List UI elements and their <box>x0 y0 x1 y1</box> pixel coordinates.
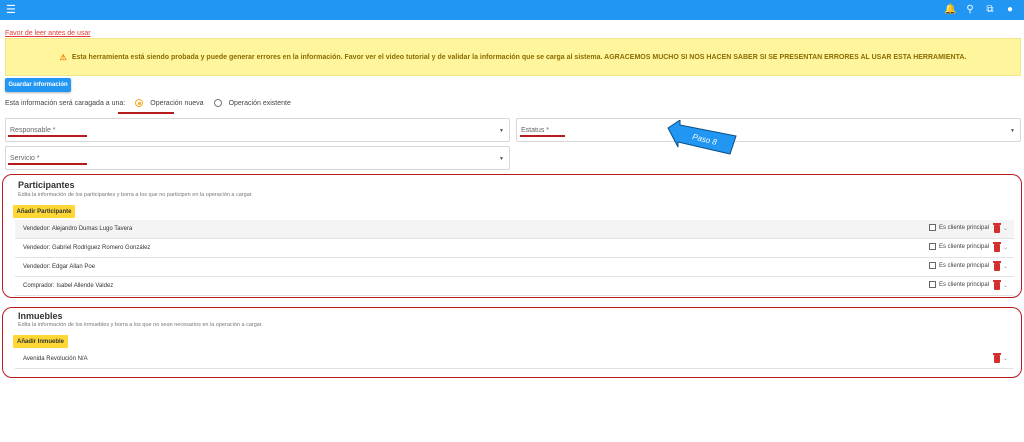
inmuebles-section: Inmuebles Edita la información de los in… <box>2 307 1022 378</box>
responsable-select[interactable]: Responsable * ▼ <box>5 118 510 142</box>
participant-row[interactable]: Comprador: Isabel Allende Valdez Es clie… <box>15 277 1014 296</box>
top-app-bar-actions: 🔔 ⚲ ⧉ ● <box>944 3 1016 17</box>
trash-icon[interactable] <box>993 261 1001 271</box>
checkbox-icon[interactable] <box>929 281 936 288</box>
participant-name: Vendedor: Edgar Allan Poe <box>23 264 96 270</box>
checkbox-icon[interactable] <box>929 224 936 231</box>
participant-row[interactable]: Vendedor: Gabriel Rodriguez Romero Gonzá… <box>15 239 1014 258</box>
participant-row[interactable]: Vendedor: Alejandro Dumas Lugo Tavera Es… <box>15 220 1014 239</box>
highlight-underline <box>520 135 565 137</box>
save-info-button[interactable]: Guardar información <box>5 78 71 92</box>
participant-name: Comprador: Isabel Allende Valdez <box>23 283 114 289</box>
chevron-down-icon: ▼ <box>499 128 504 134</box>
step-callout-arrow: Paso 8 <box>667 120 737 155</box>
estatus-select[interactable]: Estatus * ▼ <box>516 118 1021 142</box>
main-client-checkbox-label: Es cliente principal <box>939 243 990 250</box>
participantes-section: Participantes Edita la información de lo… <box>2 174 1022 298</box>
main-client-checkbox-label: Es cliente principal <box>939 262 990 269</box>
chevron-down-icon[interactable]: ⌄ <box>1003 225 1008 232</box>
checkbox-icon[interactable] <box>929 243 936 250</box>
radio-existing-operation[interactable] <box>213 99 222 107</box>
main-client-checkbox[interactable]: Es cliente principal <box>929 224 989 231</box>
servicio-select[interactable]: Servicio * ▼ <box>5 146 510 170</box>
warning-message: Esta herramienta está siendo probada y p… <box>71 53 967 61</box>
radio-new-operation-label[interactable]: Operación nueva <box>150 100 203 107</box>
main-client-checkbox-label: Es cliente principal <box>939 224 990 231</box>
operation-type-prompt: Esta información será caragada a una: <box>5 99 126 107</box>
trash-icon[interactable] <box>993 242 1001 252</box>
property-row[interactable]: Avenida Revolución N/A ⌄ <box>15 350 1014 369</box>
top-app-bar: ☰ 🔔 ⚲ ⧉ ● <box>0 0 1024 20</box>
radio-new-operation[interactable] <box>135 99 144 107</box>
checkbox-icon[interactable] <box>929 262 936 269</box>
participant-name: Vendedor: Gabriel Rodriguez Romero Gonzá… <box>23 245 151 251</box>
hamburger-menu-icon[interactable]: ☰ <box>6 4 16 16</box>
operation-type-selector: Esta información será caragada a una: Op… <box>5 99 291 107</box>
chevron-down-icon[interactable]: ⌄ <box>1003 282 1008 289</box>
warning-banner: ⚠ Esta herramienta está siendo probada y… <box>5 38 1021 76</box>
radio-existing-operation-label[interactable]: Operación existente <box>229 100 291 107</box>
inmuebles-subtitle: Edita la información de los inmuebles y … <box>18 322 263 328</box>
copy-icon[interactable]: ⧉ <box>984 3 996 17</box>
trash-icon[interactable] <box>993 280 1001 290</box>
bell-icon[interactable]: 🔔 <box>944 3 956 17</box>
inmuebles-title: Inmuebles <box>18 311 63 321</box>
chevron-down-icon[interactable]: ⌄ <box>1003 355 1008 362</box>
main-client-checkbox[interactable]: Es cliente principal <box>929 281 989 288</box>
main-client-checkbox-label: Es cliente principal <box>939 281 990 288</box>
main-client-checkbox[interactable]: Es cliente principal <box>929 262 989 269</box>
chevron-down-icon: ▼ <box>499 156 504 162</box>
responsable-label: Responsable * <box>10 127 56 134</box>
search-icon[interactable]: ⚲ <box>964 3 976 17</box>
property-name: Avenida Revolución N/A <box>23 356 88 362</box>
servicio-label: Servicio * <box>10 155 40 162</box>
main-client-checkbox[interactable]: Es cliente principal <box>929 243 989 250</box>
warning-icon: ⚠ <box>59 52 67 62</box>
highlight-underline <box>8 135 87 137</box>
add-participant-button[interactable]: Añadir Participante <box>13 205 75 218</box>
highlight-underline <box>118 112 174 114</box>
chevron-down-icon[interactable]: ⌄ <box>1003 244 1008 251</box>
participantes-title: Participantes <box>18 180 75 190</box>
participantes-subtitle: Edita la información de los participante… <box>18 192 253 198</box>
chevron-down-icon: ▼ <box>1010 128 1015 134</box>
add-property-button[interactable]: Añadir Inmueble <box>13 335 68 348</box>
read-before-use-link[interactable]: Favor de leer antes de usar <box>5 30 91 37</box>
user-icon[interactable]: ● <box>1004 3 1016 17</box>
trash-icon[interactable] <box>993 223 1001 233</box>
participant-row[interactable]: Vendedor: Edgar Allan Poe Es cliente pri… <box>15 258 1014 277</box>
trash-icon[interactable] <box>993 353 1001 363</box>
estatus-label: Estatus * <box>521 127 550 134</box>
highlight-underline <box>8 163 87 165</box>
participant-name: Vendedor: Alejandro Dumas Lugo Tavera <box>23 226 133 232</box>
chevron-down-icon[interactable]: ⌄ <box>1003 263 1008 270</box>
